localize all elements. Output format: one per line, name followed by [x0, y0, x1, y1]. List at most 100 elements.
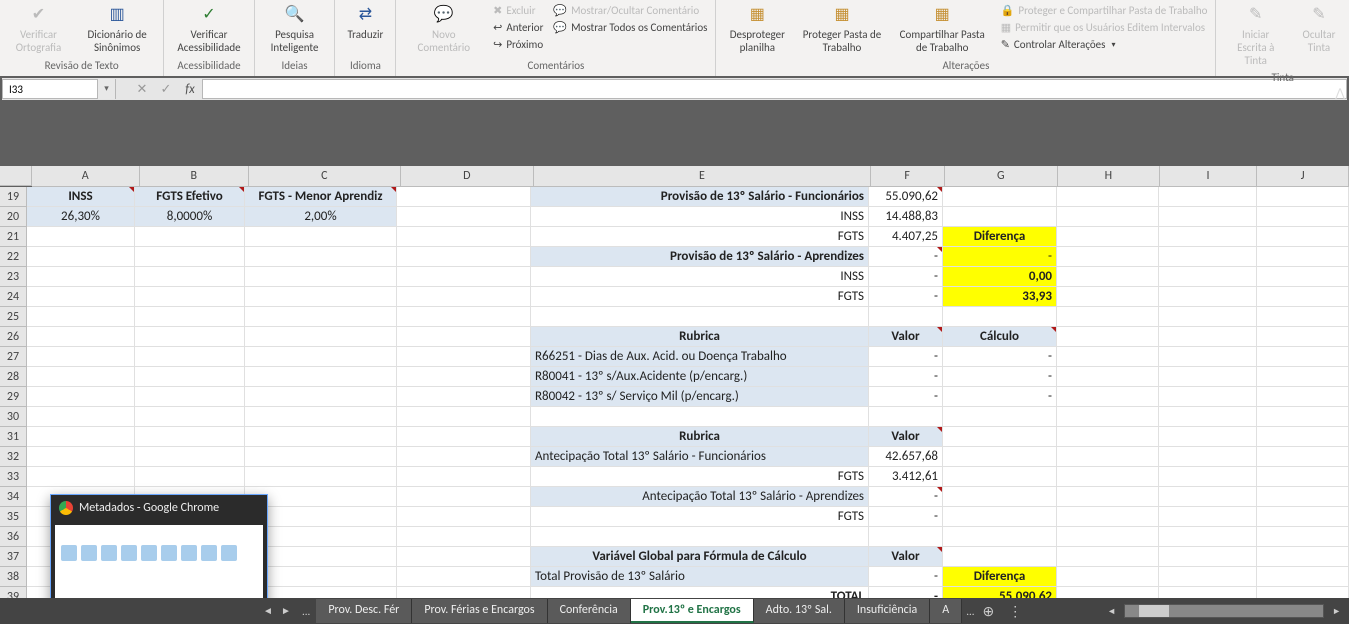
- cell-B20[interactable]: 8,0000%: [135, 207, 245, 227]
- cell-I20[interactable]: [1159, 207, 1257, 227]
- row-header-25[interactable]: 25: [0, 307, 27, 327]
- cell-D36[interactable]: [397, 527, 531, 547]
- cell-I35[interactable]: [1159, 507, 1257, 527]
- cell-D31[interactable]: [397, 427, 531, 447]
- cell-E29[interactable]: R80042 - 13º s/ Serviço Mil (p/encarg.): [531, 387, 869, 407]
- cell-H32[interactable]: [1057, 447, 1159, 467]
- row-header-36[interactable]: 36: [0, 527, 27, 547]
- cell-E25[interactable]: [531, 307, 869, 327]
- cell-G19[interactable]: [943, 187, 1057, 207]
- cell-C30[interactable]: [245, 407, 397, 427]
- cell-E35[interactable]: FGTS: [531, 507, 869, 527]
- delete-comment-button[interactable]: ✖Excluir: [489, 2, 547, 19]
- cell-C23[interactable]: [245, 267, 397, 287]
- col-header-C[interactable]: C: [249, 166, 400, 187]
- fx-button[interactable]: fx: [178, 82, 202, 97]
- protect-workbook-button[interactable]: ▦ Proteger Pasta de Trabalho: [796, 0, 887, 56]
- thesaurus-button[interactable]: ▥ Dicionário de Sinônimos: [75, 0, 159, 56]
- cell-I31[interactable]: [1159, 427, 1257, 447]
- cell-F21[interactable]: 4.407,25: [869, 227, 943, 247]
- row-header-34[interactable]: 34: [0, 487, 27, 507]
- cell-H36[interactable]: [1057, 527, 1159, 547]
- cell-A28[interactable]: [27, 367, 135, 387]
- cell-I28[interactable]: [1159, 367, 1257, 387]
- cell-F20[interactable]: 14.488,83: [869, 207, 943, 227]
- cell-A27[interactable]: [27, 347, 135, 367]
- cell-B23[interactable]: [135, 267, 245, 287]
- col-header-E[interactable]: E: [534, 166, 871, 187]
- cell-J37[interactable]: [1257, 547, 1349, 567]
- cell-B27[interactable]: [135, 347, 245, 367]
- cell-H19[interactable]: [1057, 187, 1159, 207]
- cell-H38[interactable]: [1057, 567, 1159, 587]
- cell-D26[interactable]: [397, 327, 531, 347]
- cell-C33[interactable]: [245, 467, 397, 487]
- next-comment-button[interactable]: ↪Próximo: [489, 36, 547, 53]
- cell-B19[interactable]: FGTS Efetivo: [135, 187, 245, 207]
- cell-G31[interactable]: [943, 427, 1057, 447]
- cell-D20[interactable]: [397, 207, 531, 227]
- start-ink-button[interactable]: ✎ Iniciar Escrita à Tinta: [1220, 0, 1291, 69]
- row-header-39[interactable]: 39: [0, 587, 27, 598]
- cell-D22[interactable]: [397, 247, 531, 267]
- sheet-tab[interactable]: Insuficiência: [845, 599, 930, 623]
- cell-F39[interactable]: -: [869, 587, 943, 598]
- cell-E31[interactable]: Rubrica: [531, 427, 869, 447]
- cell-G28[interactable]: -: [943, 367, 1057, 387]
- row-header-28[interactable]: 28: [0, 367, 27, 387]
- cell-F27[interactable]: -: [869, 347, 943, 367]
- cell-H33[interactable]: [1057, 467, 1159, 487]
- cell-C27[interactable]: [245, 347, 397, 367]
- sheet-tab[interactable]: Prov. Desc. Fér: [316, 599, 412, 623]
- hscroll-right[interactable]: ►: [1332, 606, 1341, 617]
- cell-B30[interactable]: [135, 407, 245, 427]
- cell-G38[interactable]: Diferença: [943, 567, 1057, 587]
- smart-lookup-button[interactable]: 🔍 Pesquisa Inteligente: [259, 0, 331, 56]
- sheet-tab[interactable]: Prov. Férias e Encargos: [412, 599, 547, 623]
- cell-I39[interactable]: [1159, 587, 1257, 598]
- cell-J23[interactable]: [1257, 267, 1349, 287]
- cell-J20[interactable]: [1257, 207, 1349, 227]
- cell-G29[interactable]: -: [943, 387, 1057, 407]
- cell-J21[interactable]: [1257, 227, 1349, 247]
- cell-E22[interactable]: Provisão de 13º Salário - Aprendizes: [531, 247, 869, 267]
- cell-J19[interactable]: [1257, 187, 1349, 207]
- row-header-33[interactable]: 33: [0, 467, 27, 487]
- cell-E27[interactable]: R66251 - Dias de Aux. Acid. ou Doença Tr…: [531, 347, 869, 367]
- cell-A31[interactable]: [27, 427, 135, 447]
- name-box[interactable]: I33: [2, 79, 98, 99]
- cell-F32[interactable]: 42.657,68: [869, 447, 943, 467]
- sheet-nav-prev[interactable]: ◄: [260, 603, 276, 619]
- cell-G39[interactable]: 55.090,62: [943, 587, 1057, 598]
- cell-F36[interactable]: [869, 527, 943, 547]
- col-header-I[interactable]: I: [1160, 166, 1258, 187]
- protect-share-button[interactable]: 🔒Proteger e Compartilhar Pasta de Trabal…: [997, 2, 1212, 19]
- col-header-D[interactable]: D: [401, 166, 535, 187]
- cell-C32[interactable]: [245, 447, 397, 467]
- cell-J39[interactable]: [1257, 587, 1349, 598]
- cell-B21[interactable]: [135, 227, 245, 247]
- cell-H20[interactable]: [1057, 207, 1159, 227]
- cell-H27[interactable]: [1057, 347, 1159, 367]
- cell-H35[interactable]: [1057, 507, 1159, 527]
- share-workbook-button[interactable]: ▦ Compartilhar Pasta de Trabalho: [890, 0, 995, 56]
- select-all-corner[interactable]: [0, 166, 32, 186]
- cell-G21[interactable]: Diferença: [943, 227, 1057, 247]
- cell-H23[interactable]: [1057, 267, 1159, 287]
- cell-A22[interactable]: [27, 247, 135, 267]
- cell-B26[interactable]: [135, 327, 245, 347]
- cell-D30[interactable]: [397, 407, 531, 427]
- cell-I29[interactable]: [1159, 387, 1257, 407]
- cell-D33[interactable]: [397, 467, 531, 487]
- cell-C28[interactable]: [245, 367, 397, 387]
- cell-I32[interactable]: [1159, 447, 1257, 467]
- cell-F30[interactable]: [869, 407, 943, 427]
- row-header-24[interactable]: 24: [0, 287, 27, 307]
- cell-A32[interactable]: [27, 447, 135, 467]
- row-header-27[interactable]: 27: [0, 347, 27, 367]
- col-header-A[interactable]: A: [32, 166, 140, 187]
- cell-D37[interactable]: [397, 547, 531, 567]
- sheet-nav-next[interactable]: ►: [278, 603, 294, 619]
- cell-D27[interactable]: [397, 347, 531, 367]
- col-header-G[interactable]: G: [945, 166, 1059, 187]
